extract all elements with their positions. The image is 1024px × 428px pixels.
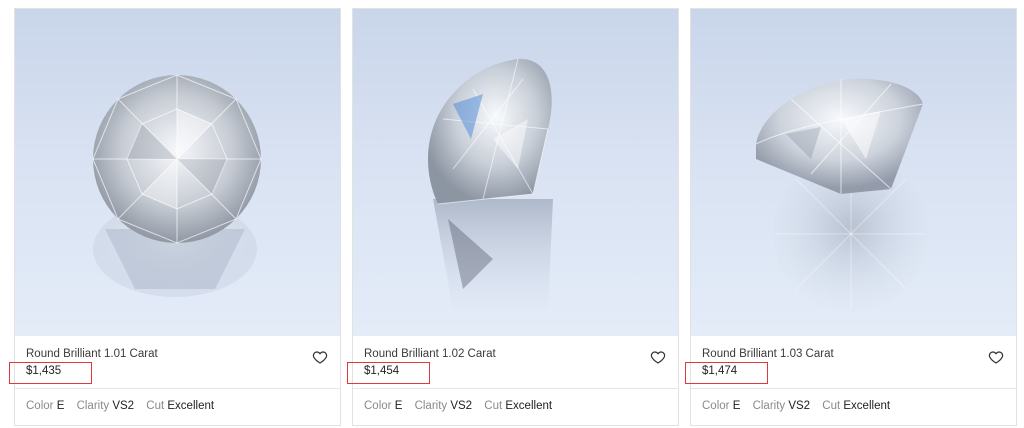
heart-icon[interactable] (650, 349, 666, 365)
color-label: Color (702, 400, 733, 412)
color-value: E (394, 400, 403, 412)
product-info: Round Brilliant 1.03 Carat $1,474 (685, 336, 1016, 388)
diamond-image[interactable] (15, 9, 340, 336)
clarity-label: Clarity (752, 400, 789, 412)
product-card[interactable]: Round Brilliant 1.02 Carat $1,454 Color … (347, 8, 679, 426)
cut-label: Cut (484, 400, 506, 412)
spec-row: Color E Clarity VS2 Cut Excellent (26, 400, 223, 412)
product-info: Round Brilliant 1.02 Carat $1,454 (347, 336, 678, 388)
cut-value: Excellent (843, 400, 891, 412)
cut-label: Cut (822, 400, 844, 412)
spec-row: Color E Clarity VS2 Cut Excellent (364, 400, 561, 412)
product-title[interactable]: Round Brilliant 1.01 Carat (26, 348, 158, 360)
spec-row: Color E Clarity VS2 Cut Excellent (702, 400, 899, 412)
product-price: $1,474 (702, 365, 738, 377)
diamond-image[interactable] (353, 9, 678, 336)
color-value: E (732, 400, 741, 412)
cut-value: Excellent (505, 400, 553, 412)
cut-value: Excellent (167, 400, 215, 412)
color-label: Color (26, 400, 57, 412)
product-info: Round Brilliant 1.01 Carat $1,435 (9, 336, 340, 388)
clarity-value: VS2 (450, 400, 473, 412)
divider (15, 388, 340, 389)
diamond-photo (755, 78, 929, 312)
clarity-label: Clarity (414, 400, 451, 412)
product-title[interactable]: Round Brilliant 1.02 Carat (364, 348, 496, 360)
clarity-label: Clarity (76, 400, 113, 412)
diamond-photo (92, 74, 262, 297)
divider (691, 388, 1016, 389)
product-card[interactable]: Round Brilliant 1.01 Carat $1,435 Color … (9, 8, 341, 426)
color-label: Color (364, 400, 395, 412)
product-price: $1,435 (26, 365, 62, 377)
diamond-image[interactable] (691, 9, 1016, 336)
color-value: E (56, 400, 65, 412)
product-price: $1,454 (364, 365, 400, 377)
product-grid: Round Brilliant 1.01 Carat $1,435 Color … (0, 0, 1024, 428)
product-card[interactable]: Round Brilliant 1.03 Carat $1,474 Color … (685, 8, 1017, 426)
heart-icon[interactable] (312, 349, 328, 365)
clarity-value: VS2 (112, 400, 135, 412)
product-title[interactable]: Round Brilliant 1.03 Carat (702, 348, 834, 360)
cut-label: Cut (146, 400, 168, 412)
heart-icon[interactable] (988, 349, 1004, 365)
divider (353, 388, 678, 389)
clarity-value: VS2 (788, 400, 811, 412)
diamond-photo (428, 58, 553, 309)
